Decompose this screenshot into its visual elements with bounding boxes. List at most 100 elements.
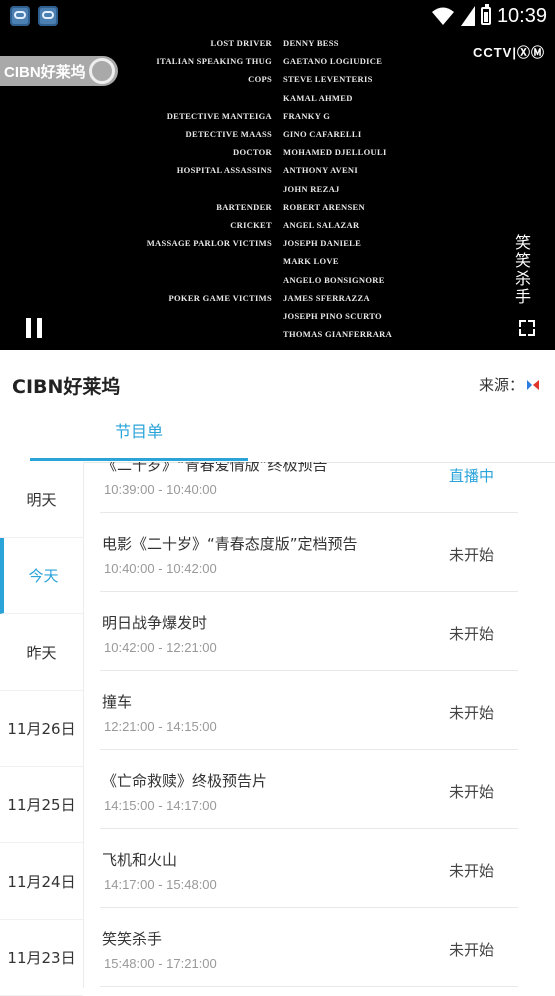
credit-role: LOST DRIVER [210, 38, 272, 48]
signal-icon [460, 6, 475, 26]
status-right: 10:39 [431, 3, 547, 29]
credit-row: COPS STEVE LEVENTERIS [0, 74, 555, 92]
program-title: 《亡命救赎》终极预告片 [102, 772, 268, 790]
program-title: 明日战争爆发时 [102, 614, 208, 632]
credit-row: MASSAGE PARLOR VICTIMS JOSEPH DANIELE [0, 238, 555, 256]
credit-row: ITALIAN SPEAKING THUG GAETANO LOGIUDICE [0, 56, 555, 74]
credit-actor: JOSEPH PINO SCURTO [283, 311, 382, 321]
credit-actor: GINO CAFARELLI [283, 129, 362, 139]
day-item[interactable]: 11月26日 [0, 691, 83, 767]
credit-role: HOSPITAL ASSASSINS [176, 165, 272, 176]
credit-role: DETECTIVE MAASS [185, 129, 272, 139]
credit-role: DETECTIVE MANTEIGA [166, 110, 272, 121]
credit-actor: MOHAMED DJELLOULI [283, 147, 387, 158]
credit-actor: ANGEL SALAZAR [283, 220, 360, 230]
program-time: 10:39:00 - 10:40:00 [104, 482, 217, 497]
status-bar: 10:39 [0, 0, 555, 32]
credit-role: DOCTOR [233, 147, 272, 158]
credit-actor: JOSEPH DANIELE [283, 238, 362, 249]
video-player[interactable]: 10:39 CIBN好莱坞 CCTV|ⓍⓂ LOST DRIVER DENNY B… [0, 0, 555, 350]
program-time: 15:48:00 - 17:21:00 [104, 956, 217, 971]
credit-row: THOMAS GIANFERRARA [0, 329, 555, 347]
day-item[interactable]: 11月25日 [0, 767, 83, 844]
source-label: 来源： [478, 376, 524, 394]
credit-role: POKER GAME VICTIMS [168, 292, 272, 303]
credit-row: ANGELO BONSIGNORE [0, 275, 555, 293]
credit-row: CRICKET ANGEL SALAZAR [0, 220, 555, 238]
program-title: 《二十岁》“青春爱情版”终极预告 [102, 462, 328, 474]
credit-actor: ROBERT ARENSEN [283, 201, 365, 212]
program-row[interactable]: 笑笑杀手 15:48:00 - 17:21:00 未开始 [100, 908, 518, 987]
program-row[interactable]: 电影《二十岁》“青春态度版”定档预告 10:40:00 - 10:42:00 未开始 [100, 513, 518, 592]
program-title: 笑笑杀手 [102, 930, 163, 948]
credit-actor: DENNY BESS [283, 38, 339, 48]
credit-role: ITALIAN SPEAKING THUG [156, 56, 272, 67]
credit-row: DOCTOR MOHAMED DJELLOULI [0, 147, 555, 165]
program-title: 飞机和火山 [102, 851, 178, 869]
credit-actor: THOMAS GIANFERRARA [283, 329, 393, 340]
credit-row: JOHN REZAJ [0, 184, 555, 202]
program-time: 14:15:00 - 14:17:00 [104, 798, 217, 813]
source-logo-icon [527, 379, 541, 391]
credit-role: COPS [248, 74, 272, 85]
credit-row: DETECTIVE MANTEIGA FRANKY G [0, 111, 555, 129]
program-status: 未开始 [448, 704, 494, 722]
credit-row: JOSEPH PINO SCURTO [0, 311, 555, 329]
wifi-icon [431, 7, 454, 25]
day-item[interactable]: 11月24日 [0, 844, 83, 920]
credit-row: DETECTIVE MAASS GINO CAFARELLI [0, 129, 555, 147]
program-title: 撞车 [102, 693, 133, 711]
credit-actor: FRANKY G [283, 110, 331, 121]
tab-schedule[interactable]: 节目单 [30, 418, 248, 462]
credit-row: KAMAL AHMED [0, 93, 555, 111]
program-time: 14:17:00 - 15:48:00 [104, 877, 217, 892]
credit-actor: MARK LOVE [283, 256, 339, 267]
program-row[interactable]: 飞机和火山 14:17:00 - 15:48:00 未开始 [100, 829, 518, 908]
program-status: 未开始 [448, 546, 494, 564]
program-status: 未开始 [448, 862, 494, 880]
app-icon [10, 6, 30, 26]
program-time: 12:21:00 - 14:15:00 [104, 719, 217, 734]
day-item[interactable]: 今天 [0, 538, 83, 615]
credit-actor: JAMES SFERRAZZA [283, 292, 370, 303]
credit-row: POKER GAME VICTIMS JAMES SFERRAZZA [0, 293, 555, 311]
program-status: 未开始 [448, 625, 494, 643]
program-row[interactable]: 《二十岁》“青春爱情版”终极预告 10:39:00 - 10:40:00 直播中 [100, 462, 518, 513]
channel-header: CIBN好莱坞 来源： [0, 350, 555, 418]
program-row[interactable]: 撞车 12:21:00 - 14:15:00 未开始 [100, 671, 518, 750]
credit-row: HOSPITAL ASSASSINS ANTHONY AVENI [0, 165, 555, 183]
credit-row: BARTENDER ROBERT ARENSEN [0, 202, 555, 220]
program-time: 10:42:00 - 12:21:00 [104, 640, 217, 655]
program-list[interactable]: 《二十岁》“青春爱情版”终极预告 10:39:00 - 10:40:00 直播中 电影… [100, 462, 518, 988]
credit-actor: ANTHONY AVENI [283, 165, 358, 176]
credit-row: MARK LOVE [0, 256, 555, 274]
credit-actor: GAETANO LOGIUDICE [283, 56, 383, 67]
day-list[interactable]: 明天 今天 昨天 11月26日 11月25日 11月24日 11月23日 [0, 462, 84, 996]
program-row[interactable]: 明日战争爆发时 10:42:00 - 12:21:00 未开始 [100, 592, 518, 671]
program-row[interactable]: 《亡命救赎》终极预告片 14:15:00 - 14:17:00 未开始 [100, 750, 518, 829]
credit-actor: KAMAL AHMED [283, 92, 353, 103]
credit-actor: STEVE LEVENTERIS [283, 74, 373, 85]
battery-icon [480, 4, 491, 25]
tab-bar: 节目单 [0, 418, 555, 463]
credit-role: CRICKET [230, 220, 272, 230]
credit-actor: ANGELO BONSIGNORE [283, 274, 385, 285]
fullscreen-icon[interactable] [519, 320, 535, 336]
day-item[interactable]: 明天 [0, 462, 83, 538]
program-status: 未开始 [448, 783, 494, 801]
app-icon [38, 6, 58, 26]
day-item[interactable]: 昨天 [0, 615, 83, 691]
clock: 10:39 [496, 4, 547, 27]
program-time: 10:40:00 - 10:42:00 [104, 561, 217, 576]
credit-role: MASSAGE PARLOR VICTIMS [146, 238, 272, 249]
source-info: 来源： [479, 374, 541, 395]
video-title-vertical: 笑笑杀手 [515, 233, 532, 306]
pause-icon[interactable] [26, 318, 44, 338]
program-status: 直播中 [448, 467, 494, 485]
channel-title: CIBN好莱坞 [12, 376, 121, 398]
credit-role: BARTENDER [216, 201, 272, 212]
credit-actor: JOHN REZAJ [283, 183, 340, 194]
program-status: 未开始 [448, 941, 494, 959]
tab-indicator [30, 458, 248, 461]
day-item[interactable]: 11月23日 [0, 920, 83, 996]
